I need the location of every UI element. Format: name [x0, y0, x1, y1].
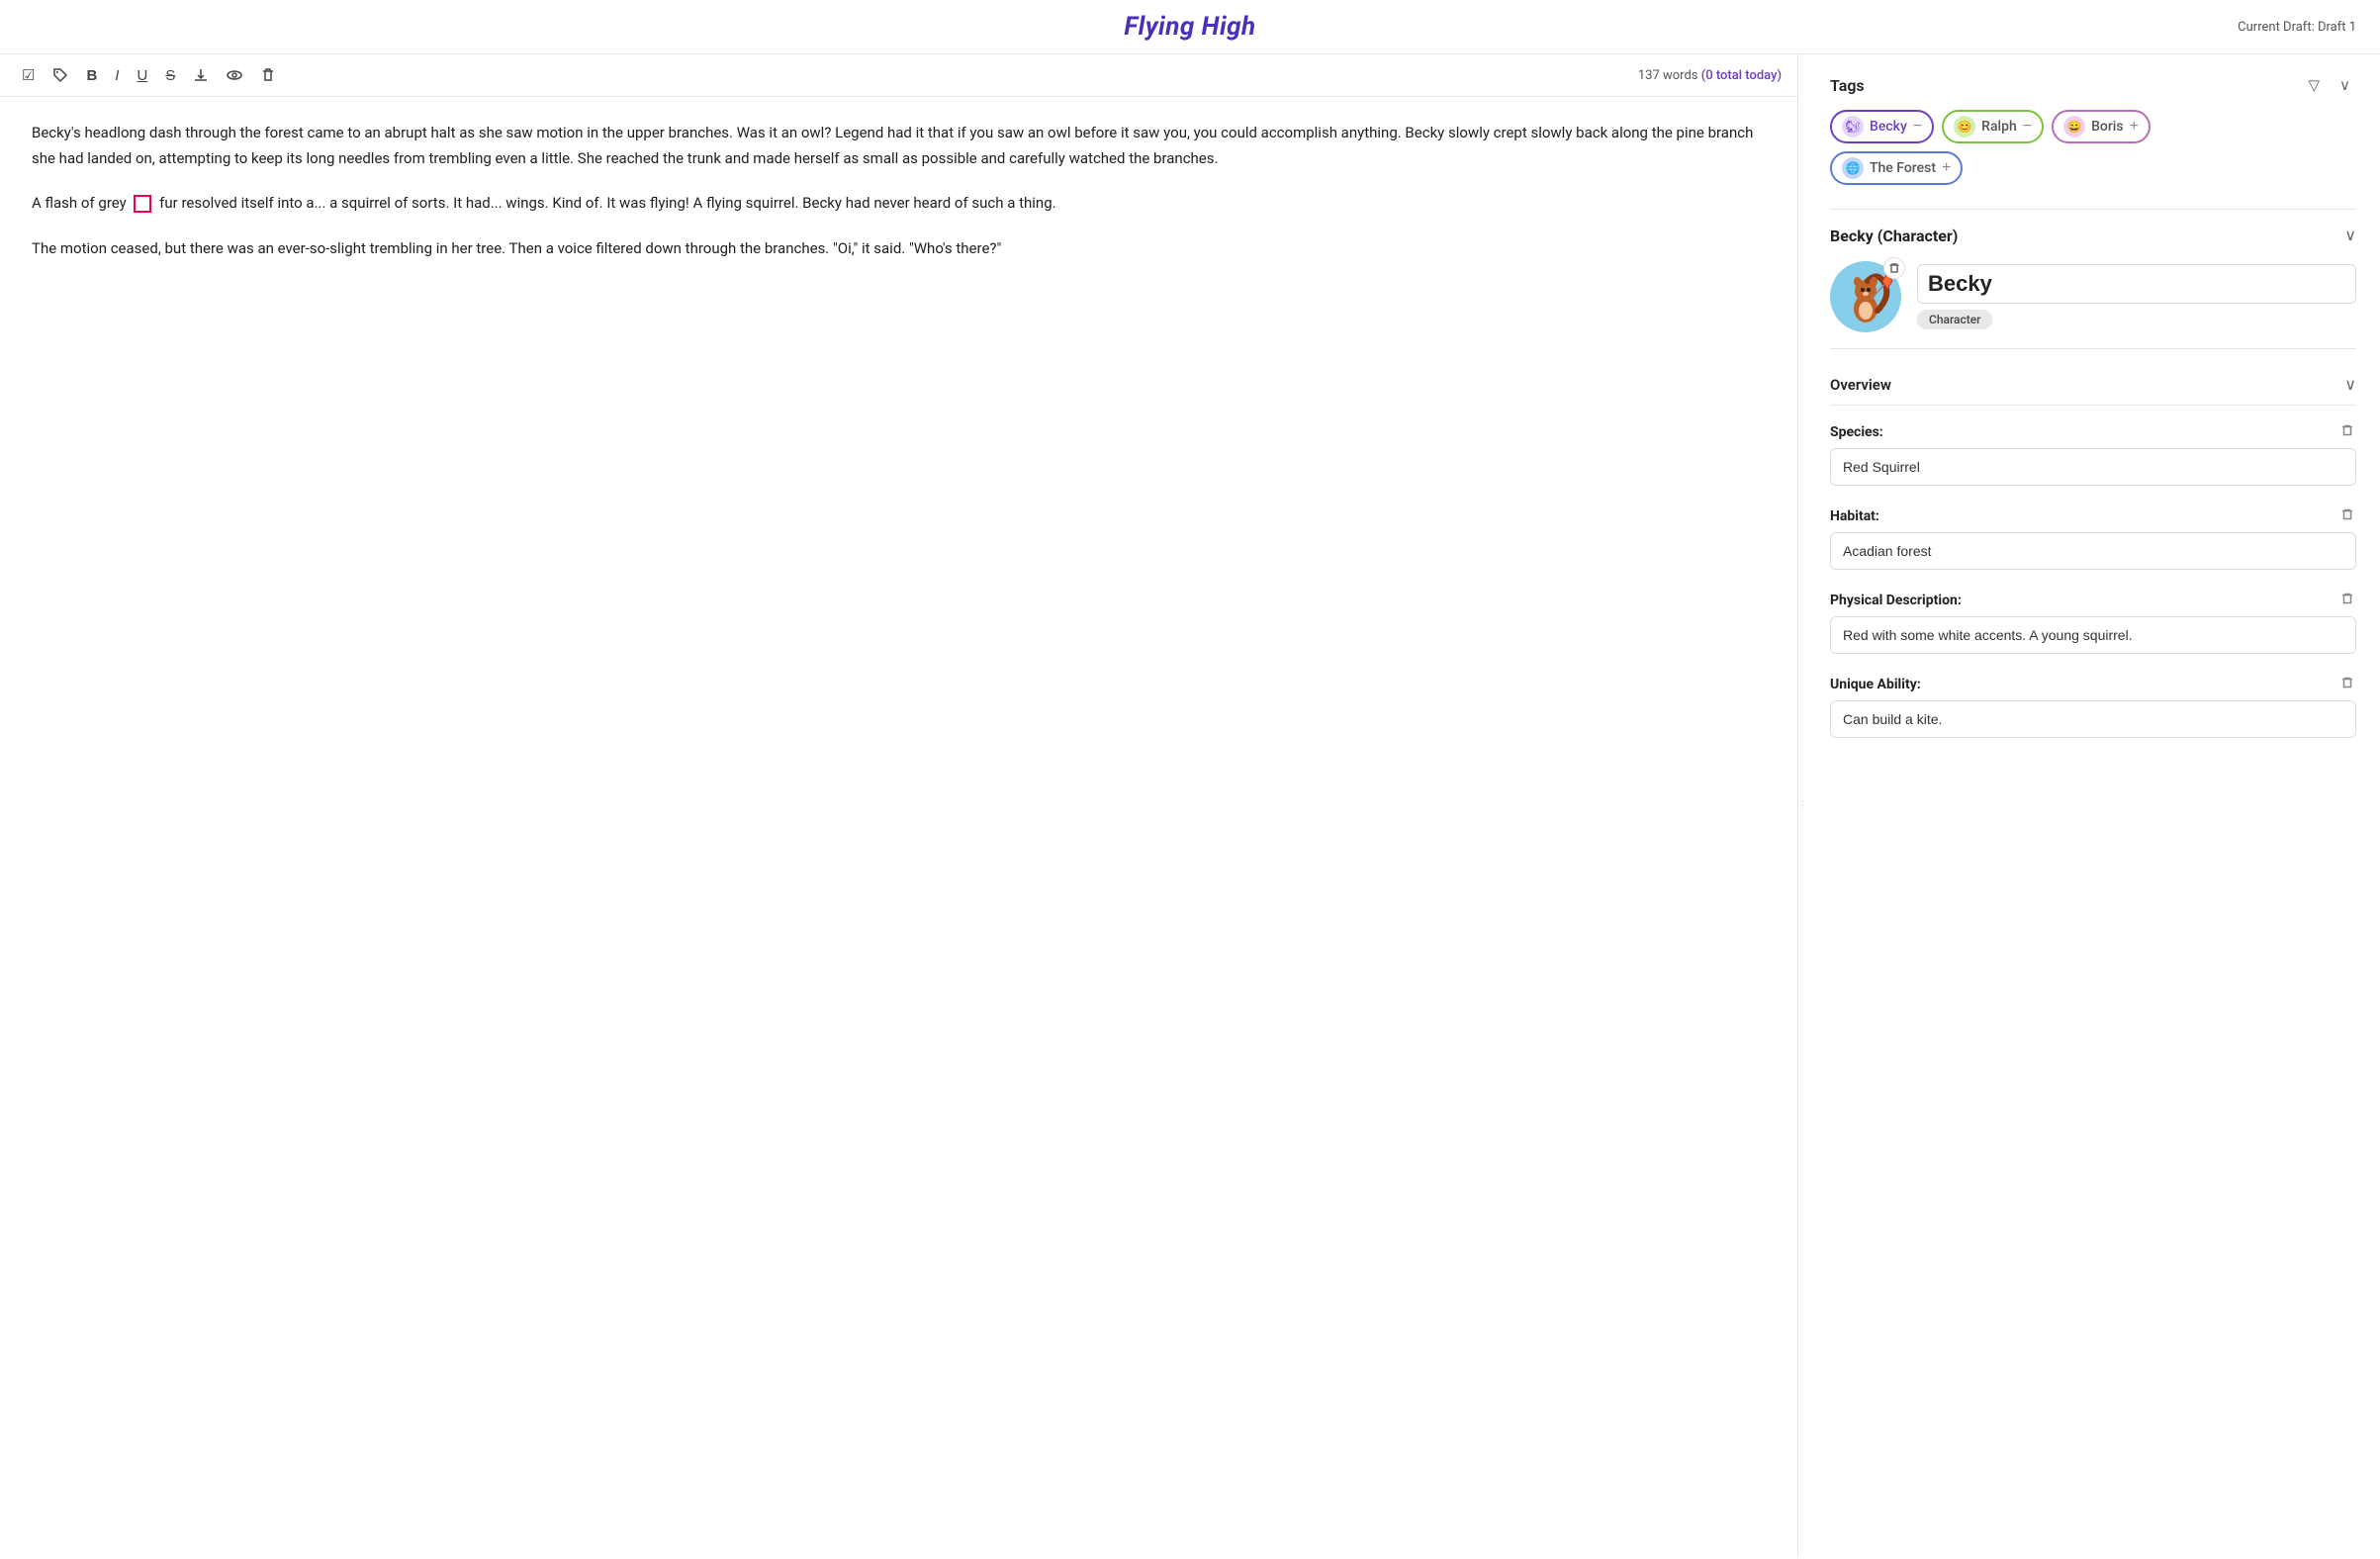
app-title: Flying High [1124, 12, 1255, 42]
unique-ability-field-row: Unique Ability: [1830, 674, 2356, 738]
tag-avatar-ralph: 😊 [1954, 116, 1975, 138]
strikethrough-icon[interactable]: S [159, 63, 181, 88]
tag-forest-add[interactable]: + [1942, 160, 1951, 176]
character-section-title: Becky (Character) [1830, 227, 1958, 245]
tags-controls: ▽ ∨ [2302, 74, 2356, 96]
habitat-field-header: Habitat: [1830, 505, 2356, 526]
tags-header: Tags ▽ ∨ [1830, 74, 2356, 96]
delete-icon[interactable] [254, 63, 282, 87]
tag-avatar-forest: 🌐 [1842, 157, 1864, 179]
overview-header: Overview ∨ [1830, 365, 2356, 406]
species-label: Species: [1830, 424, 1883, 440]
character-type-badge: Character [1917, 310, 1992, 329]
character-card: Character [1830, 261, 2356, 349]
physical-desc-field-header: Physical Description: [1830, 590, 2356, 610]
draft-label: Current Draft: Draft 1 [2238, 20, 2356, 35]
section-divider [1830, 209, 2356, 210]
character-info: Character [1917, 264, 2356, 329]
italic-icon[interactable]: I [109, 63, 125, 88]
tag-boris[interactable]: 😄 Boris + [2052, 110, 2151, 143]
overview-chevron[interactable]: ∨ [2344, 375, 2356, 395]
download-icon[interactable] [187, 63, 215, 87]
habitat-delete-button[interactable] [2338, 505, 2356, 526]
right-panel: Tags ▽ ∨ 🐿 Becky − 😊 Ralph − 😄 Boris [1806, 54, 2380, 1557]
tag-becky-remove[interactable]: − [1913, 119, 1922, 135]
physical-desc-label: Physical Description: [1830, 593, 1962, 608]
habitat-input[interactable] [1830, 532, 2356, 570]
preview-icon[interactable] [221, 63, 248, 87]
habitat-label: Habitat: [1830, 508, 1879, 524]
bold-icon[interactable]: B [80, 63, 103, 88]
unique-ability-input[interactable] [1830, 700, 2356, 738]
tag-forest-label: The Forest [1870, 160, 1936, 176]
tag-icon[interactable] [46, 63, 74, 87]
character-section-chevron[interactable]: ∨ [2344, 226, 2356, 245]
underline-icon[interactable]: U [131, 63, 153, 88]
paragraph-3: The motion ceased, but there was an ever… [32, 236, 1766, 262]
unique-ability-delete-button[interactable] [2338, 674, 2356, 694]
tag-avatar-becky: 🐿 [1842, 116, 1864, 138]
unique-ability-label: Unique Ability: [1830, 677, 1921, 692]
paragraph-1: Becky's headlong dash through the forest… [32, 121, 1766, 171]
character-name-input[interactable] [1917, 264, 2356, 304]
tag-ralph[interactable]: 😊 Ralph − [1942, 110, 2044, 143]
physical-desc-delete-button[interactable] [2338, 590, 2356, 610]
tag-forest[interactable]: 🌐 The Forest + [1830, 151, 1963, 185]
tag-becky-label: Becky [1870, 119, 1907, 135]
species-field-row: Species: [1830, 421, 2356, 486]
checkbox-icon[interactable]: ☑ [16, 62, 41, 88]
tags-chevron-button[interactable]: ∨ [2334, 74, 2356, 96]
character-section-header: Becky (Character) ∨ [1830, 226, 2356, 245]
tag-ralph-remove[interactable]: − [2023, 119, 2032, 135]
tag-becky[interactable]: 🐿 Becky − [1830, 110, 1934, 143]
editor-toolbar: ☑ B I U S [0, 54, 1797, 97]
physical-desc-field-row: Physical Description: [1830, 590, 2356, 654]
resize-handle[interactable]: ⋮ [1798, 54, 1806, 1557]
paragraph-2: A flash of grey fur resolved itself into… [32, 191, 1766, 217]
main-layout: ☑ B I U S [0, 54, 2380, 1557]
tag-avatar-boris: 😄 [2063, 116, 2085, 138]
species-delete-button[interactable] [2338, 421, 2356, 442]
tag-boris-label: Boris [2091, 119, 2124, 135]
tag-ralph-label: Ralph [1981, 119, 2017, 135]
character-avatar-wrap [1830, 261, 1901, 332]
color-highlight [134, 195, 151, 213]
editor-content[interactable]: Becky's headlong dash through the forest… [0, 97, 1797, 1557]
unique-ability-field-header: Unique Ability: [1830, 674, 2356, 694]
header: Flying High Current Draft: Draft 1 [0, 0, 2380, 54]
physical-desc-input[interactable] [1830, 616, 2356, 654]
overview-title: Overview [1830, 376, 1891, 394]
habitat-field-row: Habitat: [1830, 505, 2356, 570]
editor-panel: ☑ B I U S [0, 54, 1798, 1557]
tags-filter-button[interactable]: ▽ [2302, 74, 2326, 96]
tags-title: Tags [1830, 76, 1865, 95]
tag-boris-add[interactable]: + [2130, 119, 2139, 135]
tags-row-2: 🌐 The Forest + [1830, 151, 2356, 185]
tags-row-1: 🐿 Becky − 😊 Ralph − 😄 Boris + [1830, 110, 2356, 143]
species-input[interactable] [1830, 448, 2356, 486]
word-count: 137 words (0 total today) [1638, 68, 1782, 83]
character-avatar-delete-button[interactable] [1883, 257, 1905, 279]
species-field-header: Species: [1830, 421, 2356, 442]
